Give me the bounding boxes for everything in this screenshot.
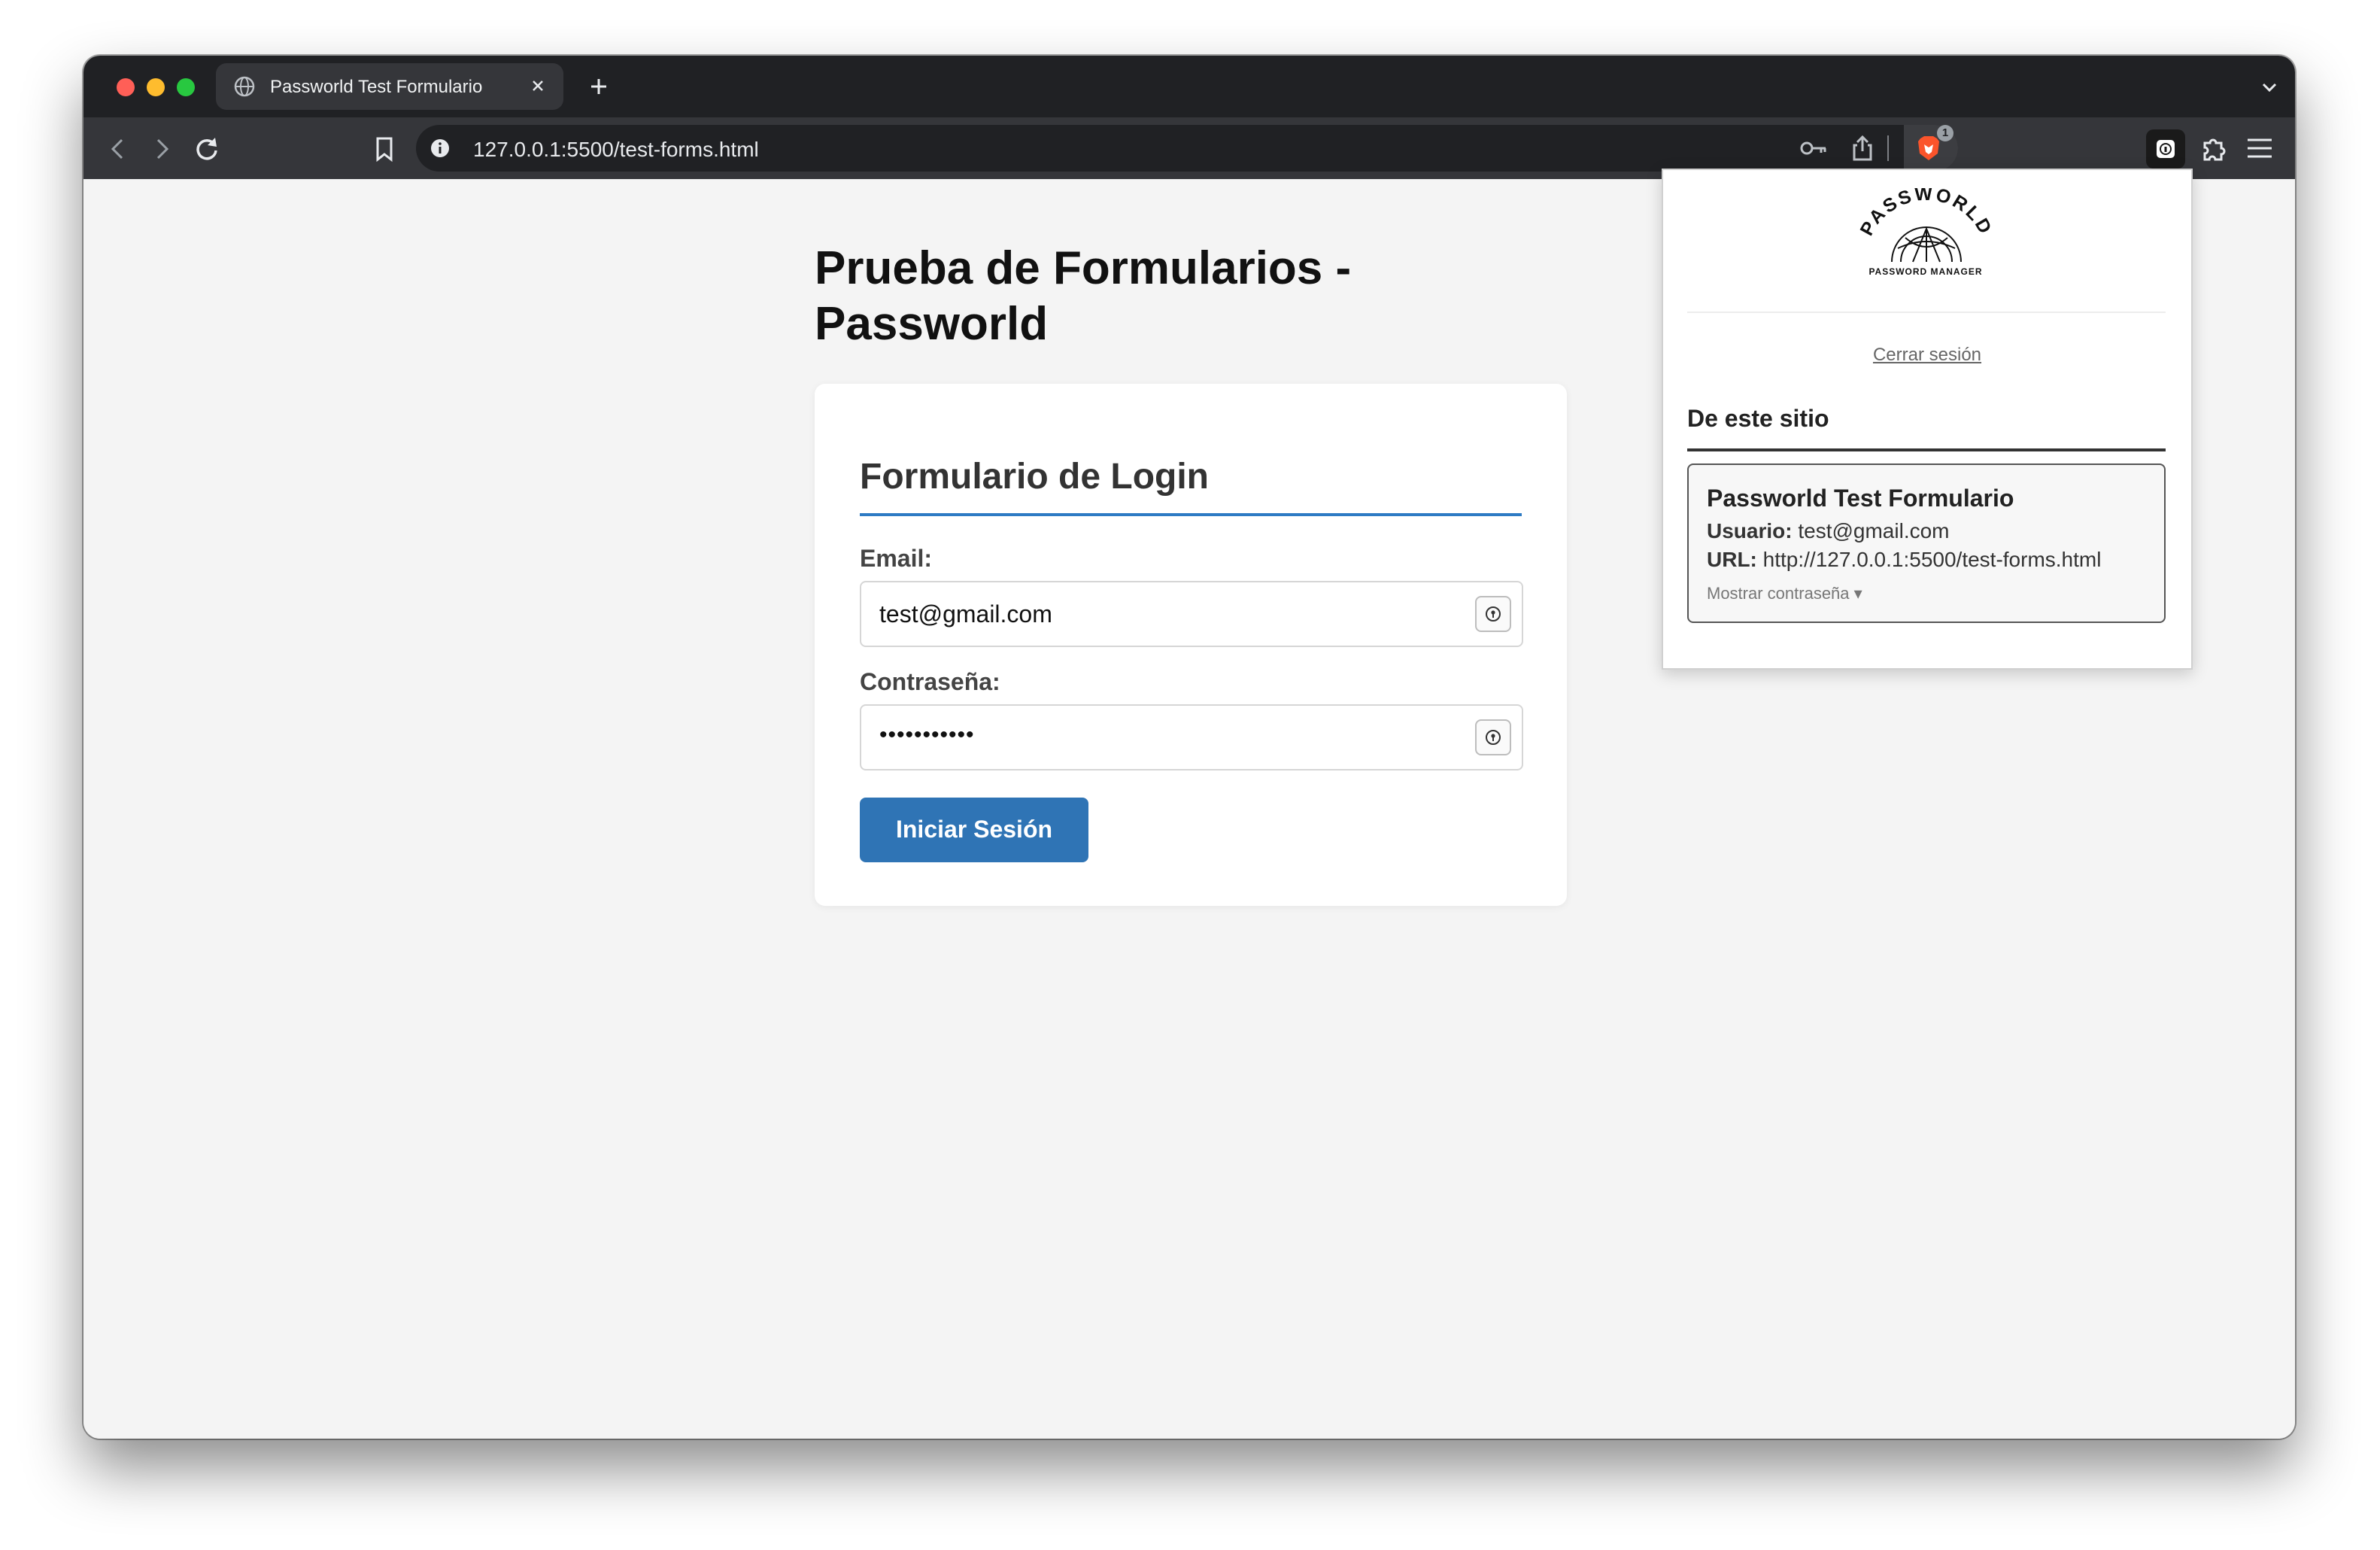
password-value: ••••••••••• (879, 722, 975, 747)
browser-window: Passworld Test Formulario 127.0.0.1:5500… (83, 56, 2295, 1439)
extensions-puzzle-icon[interactable] (2199, 132, 2230, 168)
address-bar[interactable]: 127.0.0.1:5500/test-forms.html (416, 125, 1958, 172)
logout-link[interactable]: Cerrar sesión (1663, 345, 2191, 366)
passworld-logo: PASSWORLD (1853, 184, 2000, 270)
form-title: Formulario de Login (860, 457, 1209, 497)
site-section-title: De este sitio (1687, 405, 1829, 432)
globe-icon (234, 76, 255, 101)
credential-url-value: http://127.0.0.1:5500/test-forms.html (1762, 548, 2102, 571)
email-autofill-button[interactable] (1475, 596, 1511, 632)
email-label: Email: (860, 545, 933, 572)
credential-user-row: Usuario: test@gmail.com (1707, 519, 1950, 543)
passworld-extension-icon (2155, 138, 2176, 163)
passworld-extension-button[interactable] (2146, 129, 2185, 169)
email-field[interactable]: test@gmail.com (860, 581, 1523, 647)
reload-icon[interactable] (192, 134, 222, 168)
site-section-underline (1687, 448, 2166, 451)
logo-subtitle: PASSWORD MANAGER (1868, 266, 1983, 277)
back-icon[interactable] (103, 134, 133, 168)
email-value: test@gmail.com (879, 600, 1052, 628)
share-icon[interactable] (1850, 135, 1875, 166)
page-title-line2: Passworld (815, 298, 1049, 350)
login-submit-button[interactable]: Iniciar Sesión (860, 798, 1088, 862)
credential-user-label: Usuario: (1707, 519, 1793, 542)
minimize-window-button[interactable] (147, 78, 165, 96)
show-password-toggle[interactable]: Mostrar contraseña ▾ (1707, 584, 1862, 603)
password-field[interactable]: ••••••••••• (860, 704, 1523, 770)
key-icon[interactable] (1799, 136, 1829, 164)
password-label: Contraseña: (860, 668, 1000, 695)
autofill-lock-icon (1486, 606, 1501, 622)
close-window-button[interactable] (117, 78, 135, 96)
password-autofill-button[interactable] (1475, 719, 1511, 755)
login-submit-label: Iniciar Sesión (895, 816, 1053, 843)
bookmark-icon[interactable] (369, 134, 399, 168)
tab-active[interactable]: Passworld Test Formulario (216, 63, 563, 110)
credential-title: Passworld Test Formulario (1707, 485, 2014, 512)
tab-close-icon[interactable] (527, 75, 548, 100)
forward-icon[interactable] (147, 134, 177, 168)
credential-user-value: test@gmail.com (1798, 519, 1950, 542)
tab-list-chevron-icon[interactable] (2260, 78, 2278, 100)
passworld-popup: PASSWORLD PASSWORD MANAGER Cerrar sesión… (1662, 169, 2193, 670)
page-title-line1: Prueba de Formularios - (815, 242, 1352, 294)
autofill-lock-icon (1486, 730, 1501, 745)
maximize-window-button[interactable] (177, 78, 195, 96)
url-text: 127.0.0.1:5500/test-forms.html (473, 138, 759, 161)
tab-title: Passworld Test Formulario (270, 77, 483, 97)
credential-url-row: URL: http://127.0.0.1:5500/test-forms.ht… (1707, 548, 2101, 572)
credential-card[interactable]: Passworld Test Formulario Usuario: test@… (1687, 463, 2166, 623)
new-tab-icon[interactable] (586, 74, 612, 103)
popup-divider (1687, 312, 2166, 313)
menu-hamburger-icon[interactable] (2245, 135, 2274, 165)
credential-url-label: URL: (1707, 548, 1757, 571)
toolbar-divider (1887, 135, 1889, 161)
login-form-card: Formulario de Login Email: test@gmail.co… (815, 384, 1567, 906)
form-title-underline (860, 513, 1522, 516)
tab-strip: Passworld Test Formulario (83, 56, 2295, 117)
page-title: Prueba de Formularios - Passworld (815, 241, 1386, 352)
brave-shields-badge: 1 (1937, 125, 1953, 141)
site-info-icon[interactable] (430, 138, 451, 163)
brave-lion-icon (1916, 134, 1941, 166)
